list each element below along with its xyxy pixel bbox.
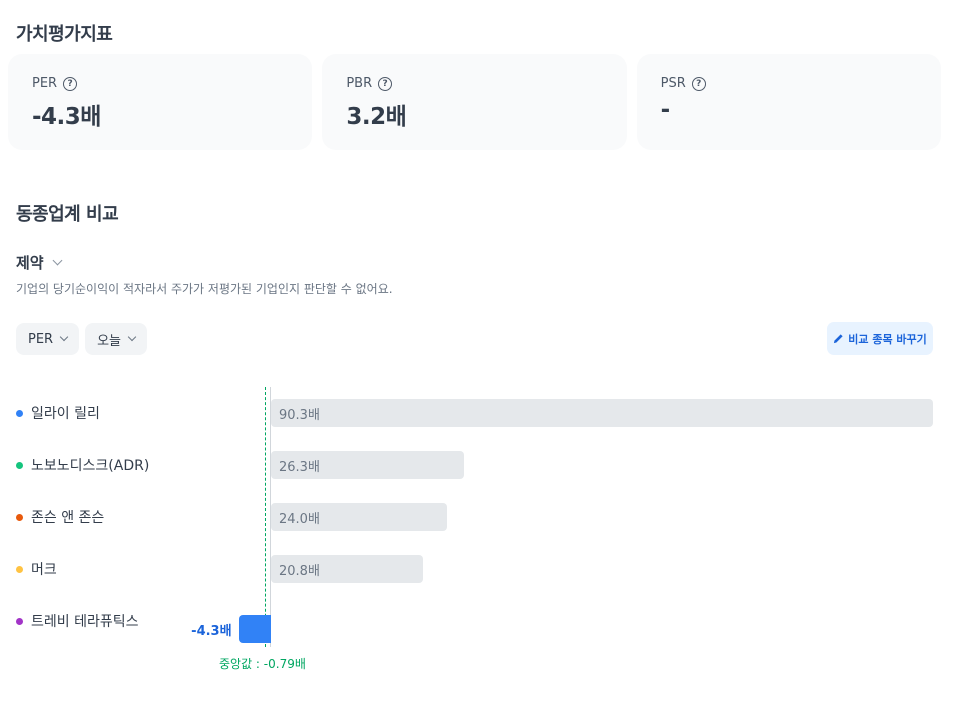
chevron-down-icon [52,255,63,266]
change-peers-button[interactable]: 비교 종목 바꾸기 [827,322,933,355]
industry-label: 제약 [16,254,44,272]
legend-dot [16,617,23,625]
metric-select-label: PER [28,331,54,347]
filter-bar: PER 오늘 [16,323,148,355]
help-icon[interactable]: ? [63,76,78,91]
peer-row-label[interactable]: 트레비 테라퓨틱스 [16,611,139,631]
bar: 26.3배 [271,451,464,479]
period-select-label: 오늘 [97,333,122,349]
bar: 20.8배 [271,555,424,583]
bar-value-label: -4.3배 [191,624,232,639]
legend-dot [16,461,23,469]
legend-dot [16,565,23,573]
chevron-down-icon [127,332,137,342]
pbr-value: 3.2배 [346,104,407,130]
peer-name: 일라이 릴리 [31,406,100,422]
per-label: PER [32,76,58,91]
peer-description: 기업의 당기순이익이 적자라서 주가가 저평가된 기업인지 판단할 수 없어요. [16,282,393,296]
bar: 24.0배 [271,503,447,531]
per-card: PER ? -4.3배 [8,54,313,150]
psr-label: PSR [660,76,686,91]
peer-name: 트레비 테라퓨틱스 [31,614,139,630]
psr-value: - [660,97,671,123]
period-select[interactable]: 오늘 [85,323,148,355]
pbr-label: PBR [346,76,373,91]
bar [239,615,271,643]
help-icon[interactable]: ? [691,76,706,91]
peer-name: 머크 [31,562,57,578]
psr-card: PSR ? - [636,54,941,150]
peer-row-label[interactable]: 일라이 릴리 [16,403,100,423]
peer-row-label[interactable]: 노보노디스크(ADR) [16,455,149,475]
peer-row-label[interactable]: 존슨 앤 존슨 [16,507,104,527]
peer-name: 노보노디스크(ADR) [31,458,150,474]
valuation-title: 가치평가지표 [16,24,113,45]
peer-name: 존슨 앤 존슨 [31,510,105,526]
peer-title: 동종업계 비교 [16,204,119,225]
per-value: -4.3배 [32,104,101,130]
chevron-down-icon [59,332,69,342]
valuation-cards: PER ? -4.3배 PBR ? 3.2배 PSR ? - [8,54,941,150]
median-label: 중앙값 : -0.79배 [219,657,306,671]
pencil-icon [834,334,843,344]
metric-select[interactable]: PER [16,323,80,355]
legend-dot [16,409,23,417]
industry-dropdown[interactable]: 제약 [16,252,63,273]
median-line [265,387,266,647]
help-icon[interactable]: ? [378,76,393,91]
change-peers-label: 비교 종목 바꾸기 [848,332,927,346]
pbr-card: PBR ? 3.2배 [322,54,627,150]
peer-row-label[interactable]: 머크 [16,559,57,579]
legend-dot [16,513,23,521]
bar: 90.3배 [271,399,933,427]
